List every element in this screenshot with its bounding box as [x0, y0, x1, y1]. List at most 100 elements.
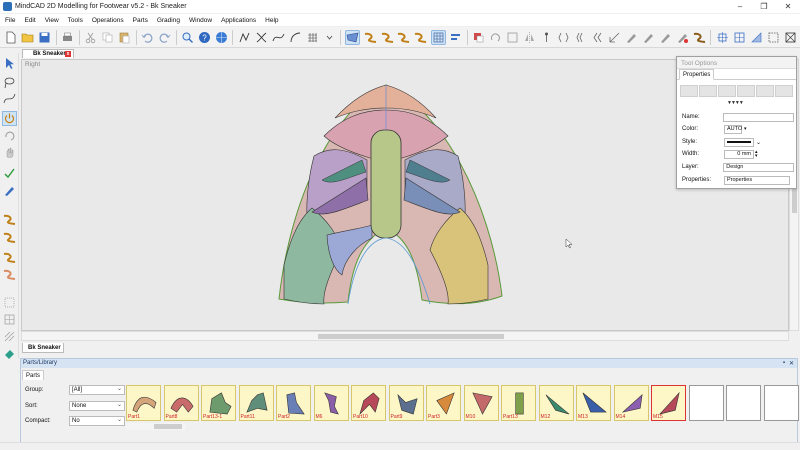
pen-tool[interactable] — [2, 183, 17, 198]
node-tool-1[interactable] — [715, 30, 729, 45]
document-tab[interactable]: Bk Sneaker x — [22, 49, 74, 58]
parts-scrollbar[interactable] — [126, 423, 186, 430]
menu-window[interactable]: Window — [189, 17, 212, 24]
expand-arrows[interactable]: ▼▼▼▼ — [727, 100, 744, 106]
part-thumbnail[interactable]: Part13-1 — [201, 385, 236, 421]
part-tool-11[interactable] — [642, 30, 656, 45]
menu-applications[interactable]: Applications — [221, 17, 256, 24]
part-tool-14[interactable] — [692, 30, 706, 45]
part-thumbnail[interactable]: Part2 — [276, 385, 311, 421]
power-tool[interactable] — [2, 111, 17, 126]
part-thumbnail[interactable]: M10 — [463, 385, 499, 421]
vertical-scroll-thumb[interactable] — [792, 187, 797, 213]
swatch-button[interactable] — [756, 85, 774, 97]
menu-view[interactable]: View — [45, 17, 59, 24]
part-thumbnail[interactable]: Part13 — [501, 385, 536, 421]
select-tool[interactable] — [2, 56, 17, 71]
tab-properties[interactable]: Properties — [679, 69, 715, 80]
draw-line-tool[interactable] — [237, 30, 251, 45]
shoe-tool-3[interactable] — [2, 250, 17, 265]
open-button[interactable] — [21, 30, 35, 45]
curve-select-tool[interactable] — [2, 91, 17, 106]
close-tab-button[interactable]: x — [65, 51, 71, 57]
redo-button[interactable] — [158, 30, 172, 45]
menu-tools[interactable]: Tools — [68, 17, 83, 24]
compact-select[interactable]: No — [69, 416, 125, 426]
part-thumbnail[interactable]: M6 — [313, 385, 349, 421]
grid-pattern-tool[interactable] — [430, 29, 446, 45]
menu-help[interactable]: Help — [265, 17, 278, 24]
part-thumbnail[interactable]: Part10 — [351, 385, 386, 421]
color-select[interactable]: AUTO — [724, 124, 742, 134]
part-tool-13[interactable] — [675, 30, 689, 45]
print-button[interactable] — [61, 30, 75, 45]
part-tool-6[interactable] — [557, 30, 571, 45]
maximize-button[interactable]: ❐ — [752, 0, 776, 13]
part-tool-10[interactable] — [625, 30, 639, 45]
part-thumbnail[interactable]: M14 — [613, 385, 649, 421]
hand-tool[interactable] — [2, 145, 17, 160]
empty-part-slot[interactable] — [763, 385, 799, 421]
pattern-tool-3[interactable] — [380, 30, 394, 45]
part-thumbnail[interactable]: M12 — [538, 385, 574, 421]
part-tool-8[interactable] — [591, 30, 605, 45]
menu-operations[interactable]: Operations — [92, 17, 124, 24]
tongue-piece[interactable] — [370, 129, 402, 239]
part-tool-1[interactable] — [472, 30, 486, 45]
style-select[interactable] — [724, 137, 754, 147]
sort-select[interactable]: None — [69, 401, 125, 411]
grid-options-button[interactable] — [322, 30, 336, 45]
shoe-tool-4[interactable] — [2, 267, 17, 282]
grid-tool[interactable] — [305, 30, 319, 45]
part-thumbnail[interactable]: Part9 — [388, 385, 424, 421]
layer-select[interactable]: Design — [723, 162, 794, 172]
document-bottom-tab[interactable]: Bk Sneaker — [22, 343, 64, 353]
shoe-tool-1[interactable] — [2, 212, 17, 227]
tab-parts[interactable]: Parts — [22, 370, 44, 380]
swatch-button[interactable] — [680, 85, 698, 97]
menu-parts[interactable]: Parts — [133, 17, 148, 24]
pattern-tool-1[interactable] — [345, 29, 361, 45]
part-tool-12[interactable] — [659, 30, 673, 45]
new-file-button[interactable] — [4, 30, 18, 45]
undo-button[interactable] — [141, 30, 155, 45]
rotate-tool[interactable] — [2, 128, 17, 143]
pattern-tool-4[interactable] — [397, 30, 411, 45]
swatch-button[interactable] — [737, 85, 755, 97]
drawing-canvas[interactable]: Right — [21, 59, 789, 331]
part-tool-4[interactable] — [523, 30, 537, 45]
part-thumbnail[interactable]: Part8 — [163, 385, 199, 421]
node-tool-2[interactable] — [732, 30, 746, 45]
horizontal-scroll-thumb[interactable] — [318, 334, 504, 339]
chevron-down-icon[interactable]: ⌄ — [756, 139, 761, 146]
width-spinner[interactable]: ▴ ▾ — [755, 150, 758, 159]
name-field[interactable] — [723, 112, 794, 122]
check-tool[interactable] — [2, 166, 17, 181]
empty-part-slot[interactable] — [726, 385, 761, 421]
paste-button[interactable] — [118, 30, 132, 45]
copy-button[interactable] — [101, 30, 115, 45]
shoe-pattern-drawing[interactable] — [22, 60, 789, 331]
part-thumbnail[interactable]: Part11 — [238, 385, 274, 421]
width-field[interactable]: 0 mm — [724, 149, 754, 159]
node-tool-5[interactable] — [783, 30, 797, 45]
save-button[interactable] — [38, 30, 52, 45]
part-thumbnail[interactable]: M13 — [576, 385, 611, 421]
fill-tool[interactable] — [2, 346, 17, 361]
grid-edit-tool[interactable] — [2, 312, 17, 327]
pattern-tool-2[interactable] — [363, 30, 377, 45]
properties-select[interactable]: Properties — [724, 175, 790, 185]
swatch-button[interactable] — [775, 85, 793, 97]
parts-scroll-thumb[interactable] — [154, 424, 182, 429]
spline-tool[interactable] — [271, 30, 285, 45]
chevron-down-icon[interactable]: ▾ — [744, 126, 747, 132]
part-tool-3[interactable] — [506, 30, 520, 45]
pin-icon[interactable]: ▪ — [783, 360, 785, 366]
pattern-tool-5[interactable] — [414, 30, 428, 45]
close-icon[interactable]: ✕ — [789, 360, 794, 367]
draw-curve-tool[interactable] — [254, 30, 268, 45]
part-thumbnail[interactable]: Part3 — [426, 385, 461, 421]
close-window-button[interactable]: ✕ — [776, 0, 800, 13]
part-tool-9[interactable] — [608, 30, 622, 45]
zoom-button[interactable] — [180, 30, 194, 45]
